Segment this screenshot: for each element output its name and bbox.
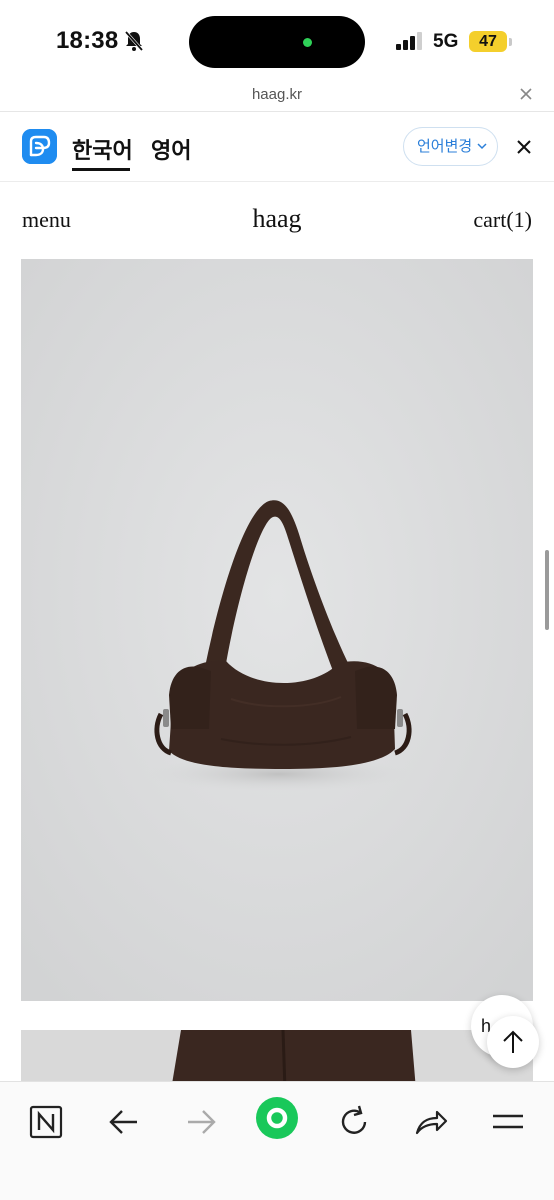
- divider: [0, 181, 554, 182]
- change-language-label: 언어변경: [417, 138, 473, 155]
- tab-english[interactable]: 영어: [151, 133, 191, 165]
- green-dot-icon[interactable]: [255, 1096, 299, 1140]
- arrow-up-icon: [503, 1030, 523, 1053]
- close-icon[interactable]: [518, 86, 534, 102]
- site-header: menu haag cart(1): [0, 195, 554, 245]
- active-tab-underline: [72, 168, 130, 171]
- battery-cap: [509, 38, 512, 46]
- url-bar[interactable]: haag.kr: [0, 82, 554, 110]
- tab-korean[interactable]: 한국어: [72, 133, 133, 165]
- status-time: 18:38: [56, 27, 119, 54]
- url-text[interactable]: haag.kr: [0, 86, 554, 103]
- suede-shoulder-bag-image: [21, 259, 533, 1001]
- chevron-down-icon: [477, 143, 487, 150]
- signal-icon: [396, 32, 422, 50]
- battery-indicator: 47: [469, 31, 507, 52]
- close-translate-icon[interactable]: [516, 139, 532, 155]
- menu-icon[interactable]: [488, 1102, 528, 1142]
- reload-icon[interactable]: [334, 1102, 374, 1142]
- dynamic-island: [189, 16, 365, 68]
- scroll-top-button[interactable]: [487, 1016, 539, 1068]
- product-image[interactable]: [21, 259, 533, 1001]
- forward-arrow-icon[interactable]: [181, 1102, 221, 1142]
- network-label: 5G: [433, 31, 459, 52]
- naver-icon[interactable]: [26, 1102, 66, 1142]
- back-arrow-icon[interactable]: [104, 1102, 144, 1142]
- share-icon[interactable]: [411, 1102, 451, 1142]
- bell-muted-icon: [124, 31, 144, 51]
- cart-link[interactable]: cart(1): [473, 207, 532, 233]
- status-bar: 18:38 5G 47: [0, 0, 554, 82]
- camera-indicator-dot: [303, 38, 312, 47]
- browser-toolbar: [0, 1081, 554, 1200]
- change-language-button[interactable]: 언어변경: [403, 127, 498, 166]
- site-logo[interactable]: haag: [0, 204, 554, 234]
- papago-logo-icon[interactable]: [22, 129, 57, 164]
- scrollbar[interactable]: [545, 550, 549, 630]
